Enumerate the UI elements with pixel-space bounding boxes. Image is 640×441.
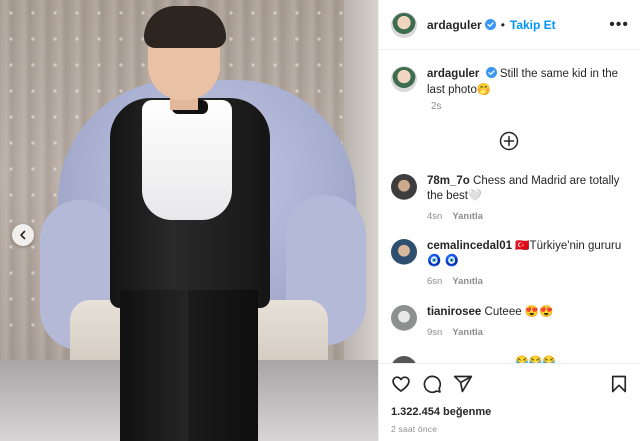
likes-count[interactable]: 1.322.454 beğenme	[391, 406, 491, 418]
boy-hair	[144, 6, 226, 48]
previous-photo-button[interactable]	[12, 224, 34, 246]
reply-button[interactable]: Yanıtla	[452, 276, 483, 287]
comment-item-partial: 😂😂😂	[391, 353, 631, 363]
author-username[interactable]: ardaguler	[427, 18, 482, 32]
comment-body: 78m_7o Chess and Madrid are totally the …	[427, 174, 631, 224]
comment-meta: 9sn Yanıtla	[427, 325, 631, 340]
comment-body: cemalincedal01 🇹🇷Türkiye'nin gururu 🧿 🧿 …	[427, 239, 631, 289]
comment-time: 4sn	[427, 211, 443, 222]
follow-button[interactable]: Takip Et	[510, 18, 556, 32]
comment-text: 😂😂😂	[515, 356, 557, 363]
comment-item: cemalincedal01 🇹🇷Türkiye'nin gururu 🧿 🧿 …	[391, 239, 631, 289]
reply-button[interactable]: Yanıtla	[452, 327, 483, 338]
commenter-avatar[interactable]	[391, 174, 417, 200]
comment-item: 78m_7o Chess and Madrid are totally the …	[391, 174, 631, 224]
comment-icon[interactable]	[422, 374, 442, 394]
bookmark-icon[interactable]	[609, 374, 629, 394]
comment-item: tianirosee Cuteee 😍😍 9sn Yanıtla	[391, 305, 631, 340]
commenter-avatar[interactable]	[391, 356, 417, 363]
boy-right-leg	[188, 290, 258, 441]
post-timestamp: 2 saat önce	[391, 424, 438, 434]
caption-avatar[interactable]	[391, 66, 417, 92]
comment-text: Cuteee 😍😍	[484, 306, 554, 318]
author-avatar[interactable]	[391, 11, 417, 38]
boy-shirt	[142, 100, 232, 220]
verified-badge-icon	[484, 19, 496, 30]
reply-button[interactable]: Yanıtla	[452, 211, 483, 222]
comment-username[interactable]: cemalincedal01	[427, 240, 512, 252]
commenter-avatar[interactable]	[391, 305, 417, 331]
comment-meta: 6sn Yanıtla	[427, 274, 631, 289]
boy-left-leg	[120, 290, 190, 441]
commenter-avatar[interactable]	[391, 239, 417, 265]
comment-body: tianirosee Cuteee 😍😍 9sn Yanıtla	[427, 305, 631, 340]
chevron-left-icon	[20, 230, 26, 240]
caption-username[interactable]: ardaguler	[427, 68, 479, 80]
separator-dot: •	[500, 17, 505, 32]
comment-time: 6sn	[427, 276, 443, 287]
post-photo	[0, 0, 378, 441]
comment-time: 9sn	[427, 327, 443, 338]
share-icon[interactable]	[453, 374, 473, 394]
post-caption: ardaguler Still the same kid in the last…	[391, 66, 631, 112]
comment-meta: 4sn Yanıtla	[427, 209, 631, 224]
comment-username[interactable]: 78m_7o	[427, 175, 470, 187]
caption-time: 2s	[431, 101, 442, 112]
post-actions: 1.322.454 beğenme 2 saat önce	[379, 363, 640, 441]
heart-icon[interactable]	[391, 374, 411, 394]
verified-badge-icon	[485, 67, 497, 78]
post-side-panel: ardaguler • Takip Et ••• ardaguler Still…	[378, 0, 640, 441]
post-header: ardaguler • Takip Et •••	[379, 0, 640, 50]
more-options-button[interactable]: •••	[609, 16, 629, 34]
caption-body: ardaguler Still the same kid in the last…	[427, 66, 631, 98]
comment-username[interactable]: tianirosee	[427, 306, 481, 318]
plus-circle-icon[interactable]	[499, 131, 519, 151]
